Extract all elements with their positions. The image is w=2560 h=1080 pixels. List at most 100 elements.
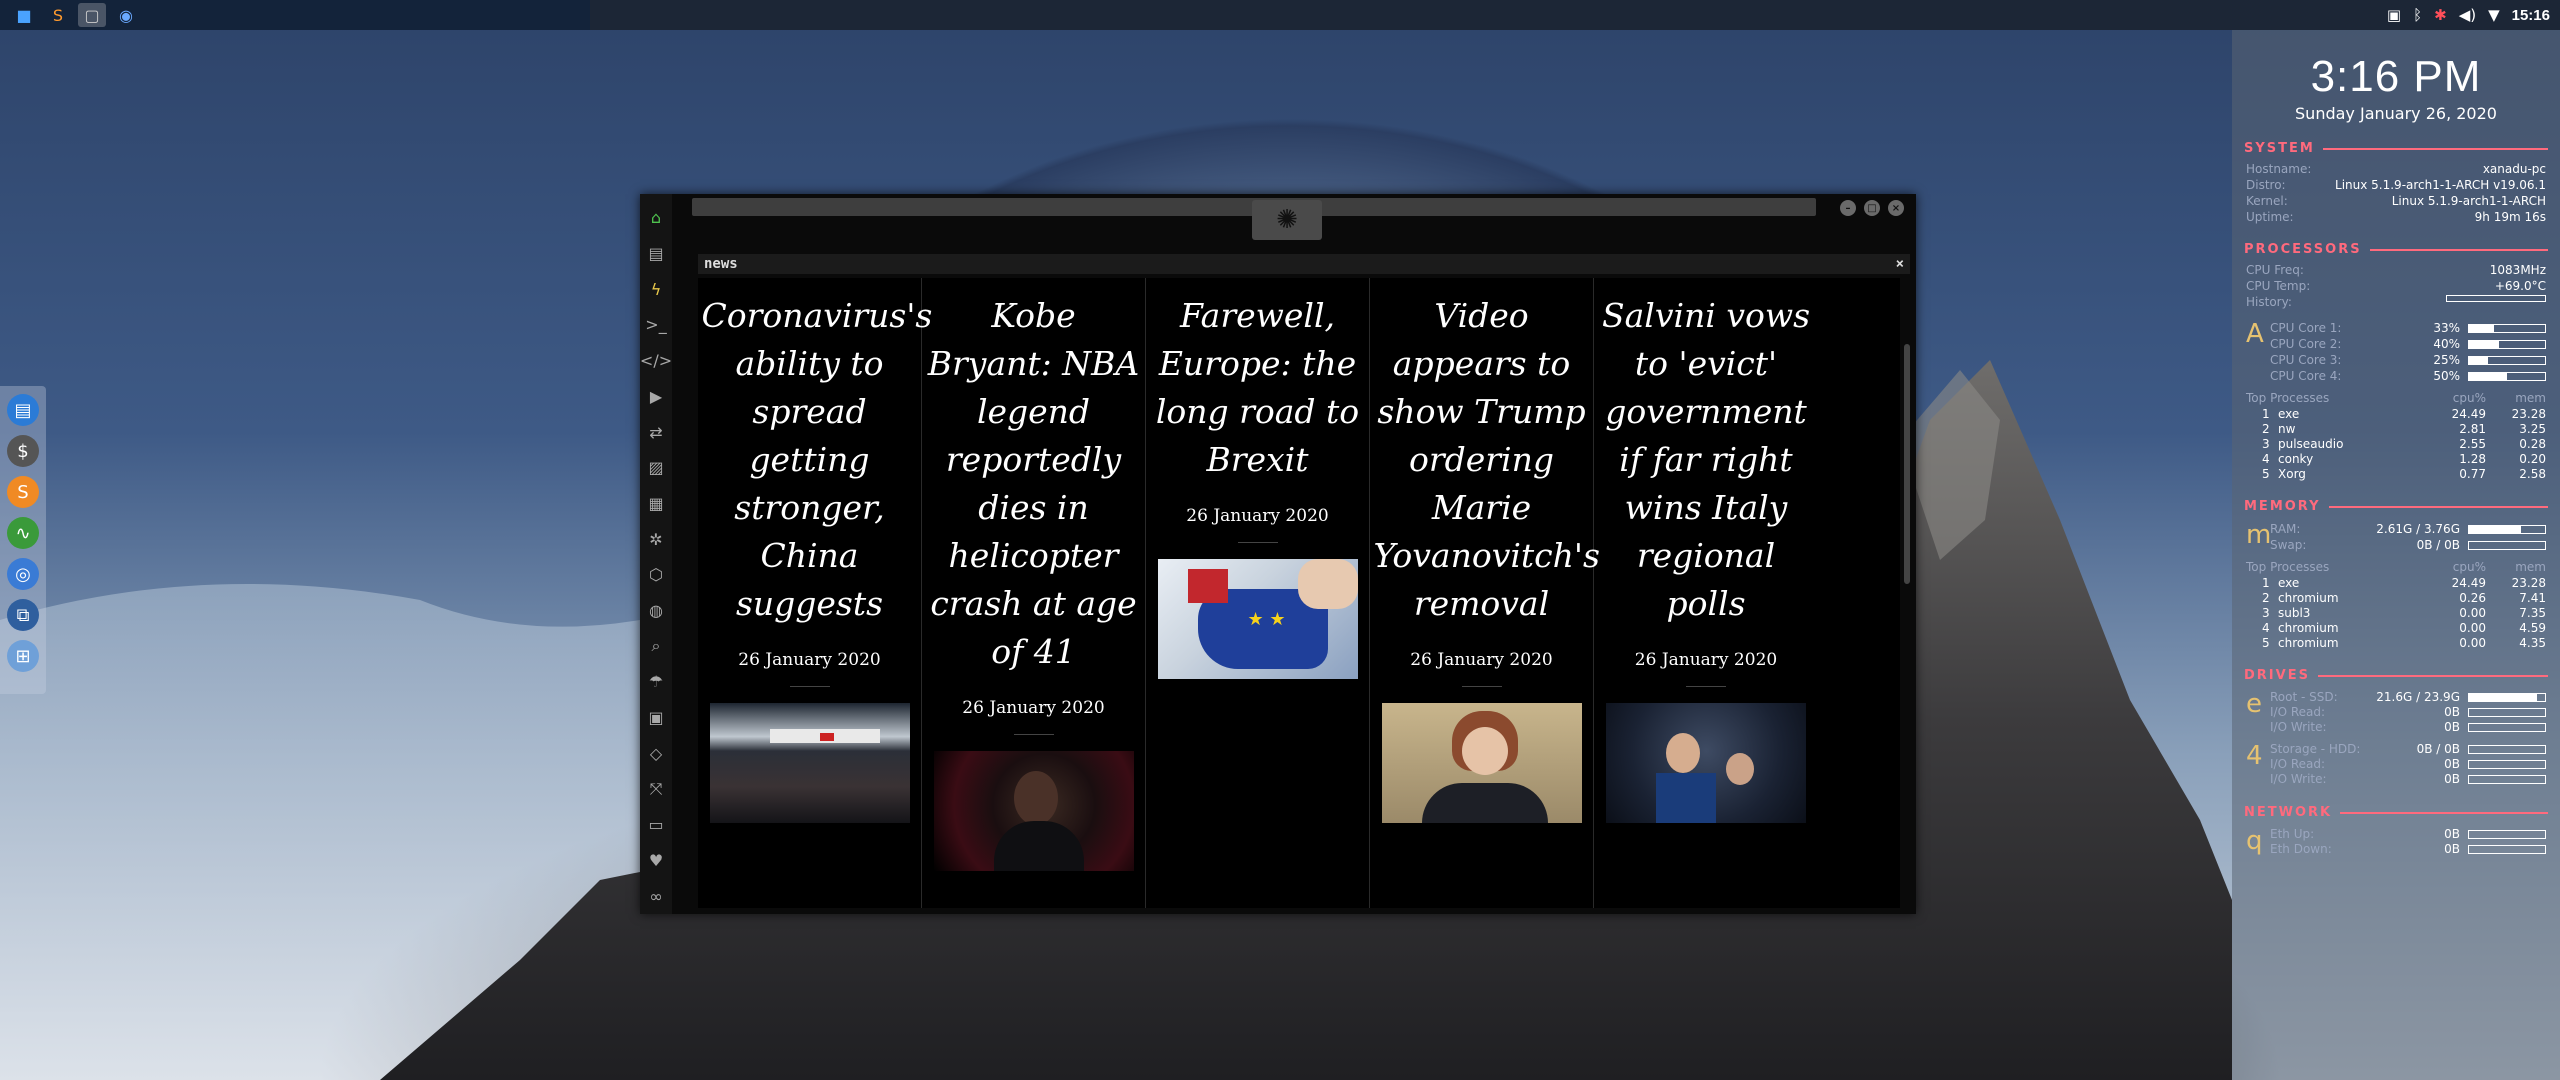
article-image[interactable] xyxy=(933,751,1134,871)
pane-close-button[interactable]: × xyxy=(1896,256,1904,272)
news-article[interactable]: Kobe Bryant: NBA legend reportedly dies … xyxy=(922,278,1146,908)
play-icon[interactable]: ▶ xyxy=(640,379,672,415)
process-row: 3 pulseaudio 2.55 0.28 xyxy=(2262,437,2546,451)
core-bar xyxy=(2468,371,2546,381)
panel-clock[interactable]: 15:16 xyxy=(2512,7,2550,24)
window-switcher-icon[interactable]: ▢ xyxy=(78,3,106,27)
heart-icon[interactable]: ♥ xyxy=(640,843,672,879)
article-headline[interactable]: Video appears to show Trump ordering Mar… xyxy=(1374,292,1600,628)
document-icon[interactable]: ▤ xyxy=(640,236,672,272)
row-key: Distro: xyxy=(2246,178,2286,192)
screenshot-icon[interactable]: ⧉ xyxy=(7,599,39,631)
sublime-text-icon[interactable]: S xyxy=(44,3,72,27)
finance-icon[interactable]: $ xyxy=(7,435,39,467)
wifi-icon[interactable]: ▼ xyxy=(2488,6,2500,24)
settings-icon[interactable]: ✲ xyxy=(640,521,672,557)
article-image[interactable] xyxy=(1606,703,1806,823)
terminal-icon[interactable]: >_ xyxy=(640,307,672,343)
row-value: 1083MHz xyxy=(2489,263,2546,277)
image-icon[interactable]: ▨ xyxy=(640,450,672,486)
section-title: MEMORY xyxy=(2244,499,2321,514)
volume-icon[interactable]: ◀) xyxy=(2459,6,2476,24)
system-monitor-icon[interactable]: ∿ xyxy=(7,517,39,549)
youtube-icon[interactable]: ▭ xyxy=(640,807,672,843)
maximize-button[interactable]: □ xyxy=(1864,200,1880,216)
drive-row: Storage - HDD: 0B / 0B xyxy=(2270,742,2546,756)
article-headline[interactable]: Kobe Bryant: NBA legend reportedly dies … xyxy=(926,292,1142,676)
core-bar xyxy=(2468,323,2546,333)
process-row: 4 conky 1.28 0.20 xyxy=(2262,452,2546,466)
window-controls: – □ × xyxy=(1840,200,1904,216)
article-headline[interactable]: Salvini vows to 'evict' government if fa… xyxy=(1598,292,1814,628)
minimize-button[interactable]: – xyxy=(1840,200,1856,216)
core-label: CPU Core 2: xyxy=(2270,337,2342,351)
io-bar xyxy=(2468,707,2546,717)
news-feed: Coronavirus's ability to spread getting … xyxy=(698,278,1900,908)
network-icon[interactable]: ⊞ xyxy=(7,640,39,672)
conky-date: Sunday January 26, 2020 xyxy=(2295,104,2497,123)
io-bar xyxy=(2468,759,2546,769)
home-icon[interactable]: ⌂ xyxy=(640,200,672,236)
drive-row: Root - SSD: 21.6G / 23.9G xyxy=(2270,690,2546,704)
umbrella-icon[interactable]: ☂ xyxy=(640,664,672,700)
chromium-icon[interactable]: ◉ xyxy=(112,3,140,27)
core-bar xyxy=(2468,339,2546,349)
conky-time: 3:16 PM xyxy=(2310,52,2482,101)
close-button[interactable]: × xyxy=(1888,200,1904,216)
row-key: History: xyxy=(2246,295,2292,309)
process-row: 1 exe 24.49 23.28 xyxy=(2262,407,2546,421)
news-article[interactable]: Salvini vows to 'evict' government if fa… xyxy=(1594,278,1818,908)
news-article[interactable]: Farewell, Europe: the long road to Brexi… xyxy=(1146,278,1370,908)
article-headline[interactable]: Farewell, Europe: the long road to Brexi… xyxy=(1150,292,1366,484)
expand-icon[interactable]: ⤧ xyxy=(640,771,672,807)
news-app-window: ⌂ ▤ ϟ >_ </> ▶ ⇄ ▨ ▦ ✲ ⬡ ◍ ⌕ ☂ ▣ ◇ ⤧ ▭ ♥… xyxy=(640,194,1916,914)
bolt-icon[interactable]: ϟ xyxy=(640,271,672,307)
core-label: CPU Core 3: xyxy=(2270,353,2342,367)
header-title: Top Processes xyxy=(2246,391,2330,405)
news-article[interactable]: Coronavirus's ability to spread getting … xyxy=(698,278,933,908)
row-value: 9h 19m 16s xyxy=(2474,210,2546,224)
process-row: 2 nw 2.81 3.25 xyxy=(2262,422,2546,436)
io-write-row: I/O Write: 0B xyxy=(2270,720,2546,734)
core-value: 33% xyxy=(2433,321,2460,335)
contact-icon[interactable]: ▣ xyxy=(640,700,672,736)
io-bar xyxy=(2468,774,2546,784)
section-title: SYSTEM xyxy=(2244,141,2315,156)
tag-icon[interactable]: ◇ xyxy=(640,736,672,772)
chromium-icon[interactable]: ◎ xyxy=(7,558,39,590)
swap-bar xyxy=(2468,540,2546,550)
file-manager-icon[interactable]: ■ xyxy=(10,3,38,27)
article-date: 26 January 2020 xyxy=(738,650,881,670)
files-icon[interactable]: ▤ xyxy=(7,394,39,426)
network-block: q Eth Up: 0B Eth Down: 0B xyxy=(2246,826,2546,857)
translate-icon[interactable]: ⇄ xyxy=(640,414,672,450)
sublime-icon[interactable]: S xyxy=(7,476,39,508)
swap-row: Swap: 0B / 0B xyxy=(2270,538,2546,552)
article-image[interactable] xyxy=(1381,703,1582,823)
update-icon[interactable]: ✱ xyxy=(2434,6,2447,24)
core-value: 40% xyxy=(2433,337,2460,351)
screen-icon[interactable]: ▣ xyxy=(2387,6,2401,24)
article-date: 26 January 2020 xyxy=(1410,650,1553,670)
news-scrollbar[interactable] xyxy=(1904,344,1910,584)
globe-icon[interactable]: ◍ xyxy=(640,593,672,629)
code-icon[interactable]: </> xyxy=(640,343,672,379)
top-processes-header: Top Processes cpu% mem xyxy=(2246,391,2546,405)
article-image[interactable] xyxy=(709,703,910,823)
search-icon[interactable]: ⌕ xyxy=(640,628,672,664)
article-image[interactable]: ★ ★ xyxy=(1157,559,1358,679)
section-system: SYSTEM xyxy=(2244,141,2548,156)
article-headline[interactable]: Coronavirus's ability to spread getting … xyxy=(702,292,933,628)
news-icon[interactable]: ▦ xyxy=(640,486,672,522)
header-mem: mem xyxy=(2515,391,2546,405)
top-panel: ■ S ▢ ◉ ▣ ᛒ ✱ ◀) ▼ 15:16 xyxy=(0,0,2560,30)
row-key: CPU Freq: xyxy=(2246,263,2304,277)
news-pane-header: news × xyxy=(698,254,1910,274)
news-article[interactable]: Video appears to show Trump ordering Mar… xyxy=(1370,278,1600,908)
divider xyxy=(1013,734,1054,735)
hexagon-icon[interactable]: ⬡ xyxy=(640,557,672,593)
memory-block: m RAM: 2.61G / 3.76G Swap: 0B / 0B xyxy=(2246,520,2546,554)
link-icon[interactable]: ∞ xyxy=(640,878,672,914)
bluetooth-icon[interactable]: ᛒ xyxy=(2413,6,2422,24)
section-title: NETWORK xyxy=(2244,805,2333,820)
